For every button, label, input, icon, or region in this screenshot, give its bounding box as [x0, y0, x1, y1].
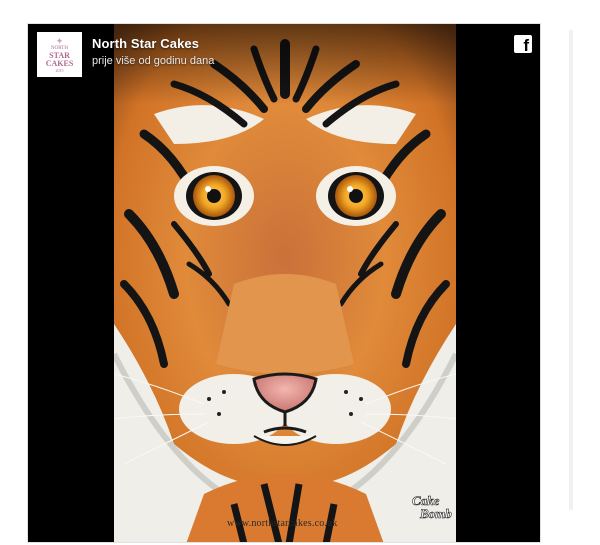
- post-timestamp[interactable]: prije više od godinu dana: [92, 55, 214, 67]
- page-name-link[interactable]: North Star Cakes: [92, 36, 199, 51]
- logo-line-3: CAKES: [45, 58, 74, 68]
- star-icon: ✦: [55, 35, 64, 46]
- page-logo[interactable]: ✦ NORTH STAR CAKES 2015: [37, 32, 82, 77]
- facebook-post-embed[interactable]: ✦ NORTH STAR CAKES 2015 North Star Cakes…: [27, 23, 541, 543]
- facebook-icon[interactable]: f: [514, 35, 532, 53]
- watermark-url: www.northstarcakes.co.uk: [227, 518, 338, 529]
- watermark-brand: Cake Bomb: [412, 494, 454, 521]
- watermark-brand-line-2: Bomb: [420, 506, 452, 521]
- logo-line-4: 2015: [55, 67, 64, 73]
- page-scroll-track: [569, 30, 573, 510]
